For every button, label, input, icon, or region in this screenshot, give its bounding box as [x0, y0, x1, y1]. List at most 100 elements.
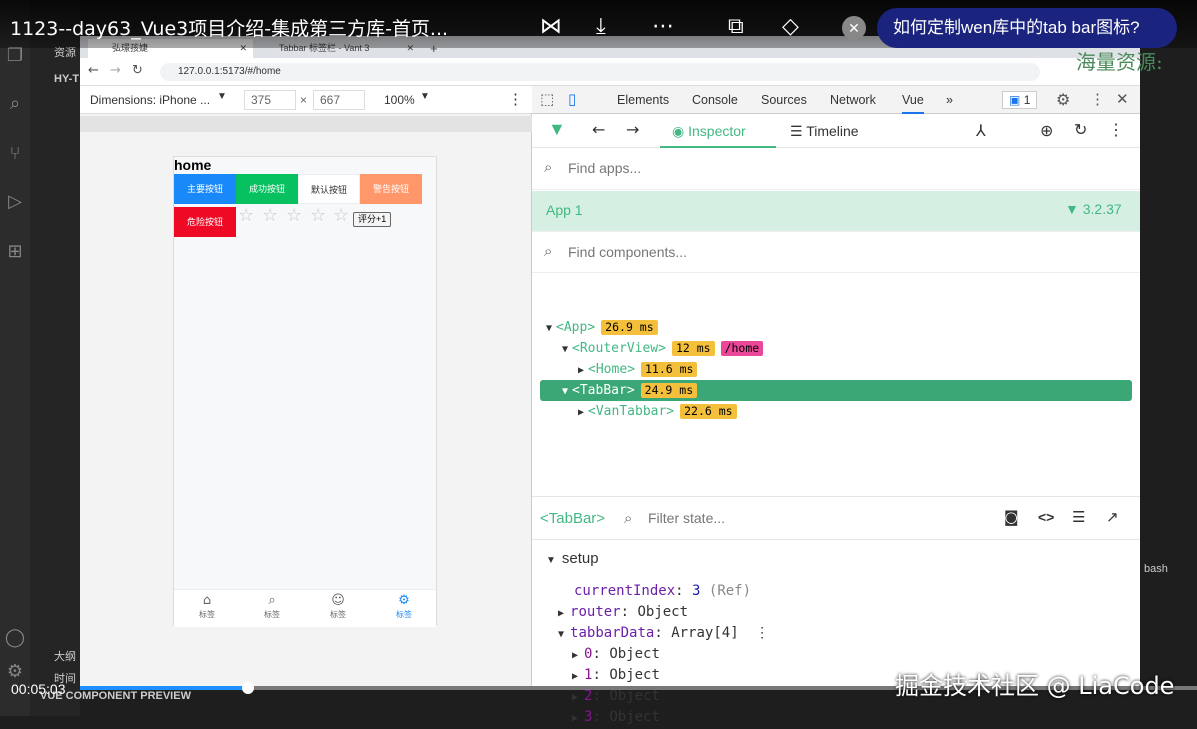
source-control-icon[interactable]: ⑂: [4, 142, 26, 164]
caret-right-icon[interactable]: ▶: [572, 713, 578, 724]
back-arrow-icon[interactable]: ←: [592, 120, 605, 139]
target-icon[interactable]: ⊕: [1040, 121, 1053, 140]
explorer-project-title[interactable]: HY-T: [54, 73, 79, 85]
prop-tabbardata[interactable]: ▼ tabbarData: Array[4] ⋮: [558, 623, 769, 643]
tabbar-item-friends[interactable]: ☺ 标签: [308, 593, 368, 620]
primary-button[interactable]: 主要按钮: [174, 174, 236, 204]
star-icon[interactable]: ☆: [286, 205, 302, 226]
video-progress-knob[interactable]: [241, 682, 254, 694]
share-icon[interactable]: ⋈: [540, 14, 562, 39]
prop-array-item[interactable]: ▶ 1: Object: [572, 665, 660, 685]
close-icon[interactable]: ✕: [842, 16, 866, 40]
danger-button[interactable]: 危险按钮: [174, 207, 236, 237]
outline-section[interactable]: 大纲: [54, 648, 76, 664]
chevron-down-icon[interactable]: ▼: [217, 91, 227, 102]
back-arrow-icon[interactable]: ←: [88, 63, 99, 78]
filter-state-input[interactable]: Filter state...: [648, 510, 725, 526]
forward-arrow-icon[interactable]: →: [110, 63, 121, 78]
star-icon[interactable]: ☆: [310, 205, 326, 226]
tab-console[interactable]: Console: [692, 86, 738, 114]
more-options-icon[interactable]: ⋮: [1108, 120, 1124, 140]
search-icon[interactable]: ⌕: [4, 92, 26, 114]
prop-value: Object: [609, 709, 660, 725]
caret-down-icon[interactable]: ▼: [562, 386, 568, 397]
tree-node-vantabbar[interactable]: ▶ <VanTabbar> 22.6 ms: [578, 402, 737, 422]
tab-network[interactable]: Network: [830, 86, 876, 114]
star-icon[interactable]: ☆: [262, 205, 278, 226]
caret-right-icon[interactable]: ▶: [572, 671, 578, 682]
find-apps-input[interactable]: Find apps...: [568, 160, 641, 176]
prop-array-item[interactable]: ▶ 3: Object: [572, 707, 660, 727]
tree-node-routerview[interactable]: ▼ <RouterView> 12 ms/home: [562, 339, 764, 359]
account-icon[interactable]: ◯: [4, 626, 26, 648]
chevron-down-icon[interactable]: ▼: [420, 91, 430, 102]
list-icon[interactable]: ☰: [1072, 508, 1085, 526]
tree-node-app[interactable]: ▼ <App> 26.9 ms: [546, 318, 658, 338]
prop-router[interactable]: ▶ router: Object: [558, 602, 688, 622]
reload-icon[interactable]: ↻: [132, 63, 143, 78]
download-icon[interactable]: ⤓: [596, 14, 606, 39]
more-icon[interactable]: ⋯: [652, 14, 674, 39]
eye-icon[interactable]: ◙: [1004, 508, 1019, 526]
close-icon[interactable]: ✕: [1116, 90, 1129, 108]
question-bubble[interactable]: 如何定制wen库中的tab bar图标?: [877, 8, 1177, 48]
device-toggle-icon[interactable]: ▯: [568, 90, 576, 108]
tabbar-item-setting[interactable]: ⚙ 标签: [374, 593, 434, 620]
prop-array-item[interactable]: ▶ 0: Object: [572, 644, 660, 664]
tabbar-item-home[interactable]: ⌂ 标签: [177, 593, 237, 620]
prop-value: Object: [609, 688, 660, 704]
tab-inspector[interactable]: ◉ Inspector: [660, 114, 776, 148]
prop-currentindex[interactable]: currentIndex: 3 (Ref): [574, 581, 751, 601]
caret-down-icon[interactable]: ▼: [562, 344, 568, 355]
gear-icon[interactable]: ⚙: [1056, 90, 1070, 109]
more-options-icon[interactable]: ⋮: [1090, 90, 1105, 108]
rate-plus-button[interactable]: 评分+1: [353, 212, 392, 227]
settings-gear-icon[interactable]: ⚙: [4, 660, 26, 682]
url-field[interactable]: 127.0.0.1:5173/#/home: [160, 63, 1040, 81]
zoom-select[interactable]: 100%: [384, 93, 415, 107]
device-width-input[interactable]: 375: [244, 90, 296, 110]
tab-vue[interactable]: Vue: [902, 86, 924, 114]
caret-right-icon[interactable]: ▶: [572, 650, 578, 661]
inspect-element-icon[interactable]: ⬚: [540, 90, 554, 108]
tree-node-home[interactable]: ▶ <Home> 11.6 ms: [578, 360, 698, 380]
more-options-icon[interactable]: ⋮: [755, 625, 769, 641]
refresh-icon[interactable]: ↻: [1074, 120, 1087, 139]
tab-elements[interactable]: Elements: [617, 86, 669, 114]
caret-right-icon[interactable]: ▶: [572, 692, 578, 703]
default-button[interactable]: 默认按钮: [298, 174, 360, 204]
forward-arrow-icon[interactable]: →: [626, 120, 639, 139]
star-icon[interactable]: ☆: [238, 205, 254, 226]
star-icon[interactable]: ☆: [333, 205, 349, 226]
caret-right-icon[interactable]: ▶: [578, 407, 584, 418]
run-debug-icon[interactable]: ▷: [4, 190, 26, 212]
prop-key: tabbarData: [570, 625, 655, 641]
caret-down-icon[interactable]: ▼: [546, 555, 556, 566]
code-icon[interactable]: <>: [1038, 509, 1054, 525]
tab-sources[interactable]: Sources: [761, 86, 807, 114]
caret-down-icon[interactable]: ▼: [558, 629, 564, 640]
picture-in-picture-icon[interactable]: ⧉: [728, 14, 744, 39]
terminal-label[interactable]: bash: [1144, 563, 1168, 575]
app-selector-row[interactable]: App 1 ▼ 3.2.37: [532, 191, 1140, 231]
tabbar-item-search[interactable]: ⌕ 标签: [242, 593, 302, 620]
component-tree-icon[interactable]: ⅄: [976, 121, 986, 140]
setup-section[interactable]: ▼ setup: [546, 549, 599, 569]
find-components-input[interactable]: Find components...: [568, 244, 687, 260]
more-tabs-icon[interactable]: »: [946, 86, 953, 114]
tree-node-tabbar[interactable]: ▼ <TabBar> 24.9 ms: [562, 381, 698, 401]
open-external-icon[interactable]: ↗: [1106, 508, 1119, 526]
search-icon: ⌕: [624, 509, 633, 527]
success-button[interactable]: 成功按钮: [236, 174, 298, 204]
caret-right-icon[interactable]: ▶: [578, 365, 584, 376]
more-options-icon[interactable]: ⋮: [508, 90, 523, 108]
warning-button[interactable]: 警告按钮: [360, 174, 422, 204]
device-height-input[interactable]: 667: [313, 90, 365, 110]
caret-down-icon[interactable]: ▼: [546, 323, 552, 334]
rotate-icon[interactable]: ◇: [782, 14, 799, 39]
issues-badge[interactable]: ▣ 1: [1002, 91, 1038, 109]
dimensions-select[interactable]: Dimensions: iPhone ...: [90, 93, 210, 107]
tab-timeline[interactable]: ☰ Timeline: [790, 114, 859, 148]
caret-right-icon[interactable]: ▶: [558, 608, 564, 619]
extensions-icon[interactable]: ⊞: [4, 240, 26, 262]
